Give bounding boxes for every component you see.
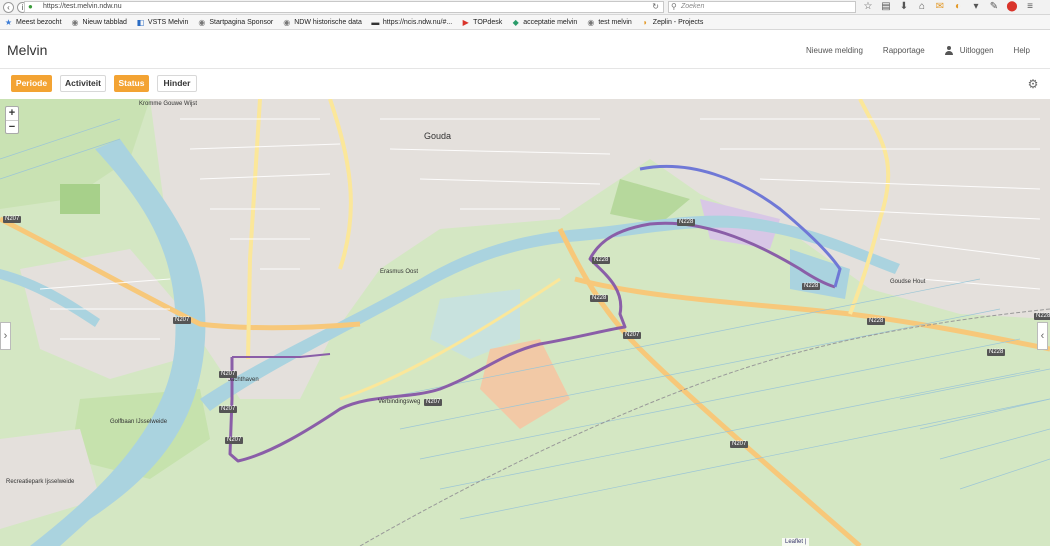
road-shield: N207 <box>623 332 642 339</box>
road-shield: N207 <box>424 399 443 406</box>
bookmark-item[interactable]: ◧ VSTS Melvin <box>136 17 189 27</box>
globe-icon: ◉ <box>587 17 595 27</box>
user-icon <box>944 45 953 55</box>
globe-icon: ◉ <box>198 17 206 27</box>
filter-periode-button[interactable]: Periode <box>11 75 52 92</box>
pen-icon[interactable]: ✎ <box>988 1 1000 13</box>
zoom-in-button[interactable]: + <box>6 107 18 120</box>
road-shield: N228 <box>592 257 611 264</box>
home-icon[interactable]: ⌂ <box>916 1 928 13</box>
download-icon[interactable]: ⬇ <box>898 1 910 13</box>
mail-icon[interactable]: ✉ <box>934 1 946 13</box>
place-label-erasmus: Erasmus Oost <box>380 269 419 275</box>
road-shield: N207 <box>730 441 749 448</box>
melvin-icon: ◆ <box>512 17 519 27</box>
left-panel-toggle-chevron-right-icon[interactable]: › <box>0 322 11 350</box>
place-label-golfbaan: Golfbaan IJsselweide <box>110 419 168 425</box>
ncis-icon: ▬ <box>371 17 380 27</box>
map-attribution-link[interactable]: Leaflet | <box>782 538 810 546</box>
road-shield: N228 <box>677 219 696 226</box>
menu-icon[interactable]: ≡ <box>1024 1 1036 13</box>
filter-activiteit-button[interactable]: Activiteit <box>60 75 106 92</box>
right-panel-toggle-chevron-left-icon[interactable]: ‹ <box>1037 322 1048 350</box>
new-report-link[interactable]: Nieuwe melding <box>806 46 863 55</box>
back-button[interactable]: ‹ <box>3 1 14 13</box>
filter-hinder-button[interactable]: Hinder <box>157 75 197 92</box>
filter-status-button[interactable]: Status <box>114 75 149 92</box>
logout-link[interactable]: Uitloggen <box>944 45 994 55</box>
place-label-recreatiepark: Recreatiepark Ijsselweide <box>6 479 75 485</box>
bookmark-item[interactable]: ◉ Nieuw tabblad <box>71 18 127 27</box>
topdesk-icon: ▶ <box>462 17 469 27</box>
bookmark-item[interactable]: ★ Meest bezocht <box>4 18 62 27</box>
app-title[interactable]: Melvin <box>7 42 47 58</box>
url-bar[interactable]: ● https://test.melvin.ndw.nu ↻ <box>24 1 664 13</box>
browser-search-input[interactable]: ⚲ Zoeken <box>668 1 856 13</box>
reading-list-icon[interactable]: ▤ <box>880 1 892 13</box>
bookmark-item[interactable]: ◉ test melvin <box>586 18 631 27</box>
road-shield: N228 <box>1034 313 1050 320</box>
bookmark-item[interactable]: ▶ TOPdesk <box>461 17 503 27</box>
search-placeholder: Zoeken <box>681 3 705 10</box>
map-view[interactable]: Gouda Kromme Gouwe Wijst Verbindingsweg … <box>0 99 1050 546</box>
url-text: https://test.melvin.ndw.nu <box>43 3 122 10</box>
map-canvas <box>0 99 1050 546</box>
road-shield: N228 <box>802 283 821 290</box>
sports-field <box>60 184 100 214</box>
top-navigation: Nieuwe melding Rapportage Uitloggen Help <box>806 31 1050 69</box>
place-label-goudse-hout: Goudse Hout <box>890 279 926 285</box>
bookmark-item[interactable]: ▬ https://ncis.ndw.nu/#... <box>371 18 452 27</box>
adblock-icon[interactable]: ⬤ <box>1006 1 1018 13</box>
search-icon: ⚲ <box>671 2 677 11</box>
settings-gear-icon[interactable]: ⚙ <box>1027 78 1039 90</box>
road-shield: N207 <box>219 406 238 413</box>
bookmark-item[interactable]: ◗ Zeplin - Projects <box>641 18 704 27</box>
bookmark-item[interactable]: ◆ acceptatie melvin <box>511 17 578 27</box>
filter-bar: Periode Activiteit Status Hinder ⚙ <box>0 69 1050 99</box>
zoom-control: + − <box>5 106 19 134</box>
road-shield: N207 <box>3 216 22 223</box>
bookmark-star-icon[interactable]: ☆ <box>862 1 874 13</box>
bookmark-item[interactable]: ◉ NDW historische data <box>282 18 362 27</box>
reporting-link[interactable]: Rapportage <box>883 46 925 55</box>
browser-toolbar: ‹ i ● https://test.melvin.ndw.nu ↻ ⚲ Zoe… <box>0 0 1050 15</box>
browser-toolbar-icons: ☆ ▤ ⬇ ⌂ ✉ ◐ ▾ ✎ ⬤ ≡ <box>862 1 1036 13</box>
extension-icon[interactable]: ◐ <box>952 1 964 13</box>
road-shield: N228 <box>867 318 886 325</box>
bookmarks-bar: ★ Meest bezocht ◉ Nieuw tabblad ◧ VSTS Melv… <box>0 15 1050 30</box>
globe-icon: ◉ <box>283 17 291 27</box>
dropdown-icon[interactable]: ▾ <box>970 1 982 13</box>
globe-icon: ◉ <box>71 17 79 27</box>
vs-icon: ◧ <box>136 17 145 27</box>
zeplin-icon: ◗ <box>642 17 648 27</box>
road-shield: N207 <box>219 371 238 378</box>
lock-icon: ● <box>28 2 33 11</box>
help-link[interactable]: Help <box>1014 46 1030 55</box>
place-label-gouda: Gouda <box>424 131 452 141</box>
road-label-verbindingsweg: Verbindingsweg <box>378 399 421 405</box>
bookmark-item[interactable]: ◉ Startpagina Sponsor <box>197 18 273 27</box>
app-header: Melvin Nieuwe melding Rapportage Uitlogg… <box>0 31 1050 69</box>
reload-icon[interactable]: ↻ <box>652 2 659 12</box>
road-shield: N207 <box>173 317 192 324</box>
star-icon: ★ <box>4 17 13 27</box>
zoom-out-button[interactable]: − <box>6 120 18 133</box>
road-shield: N207 <box>225 437 244 444</box>
place-label-krommegouwe: Kromme Gouwe Wijst <box>139 101 198 107</box>
road-shield: N228 <box>987 349 1006 356</box>
road-shield: N228 <box>590 295 609 302</box>
